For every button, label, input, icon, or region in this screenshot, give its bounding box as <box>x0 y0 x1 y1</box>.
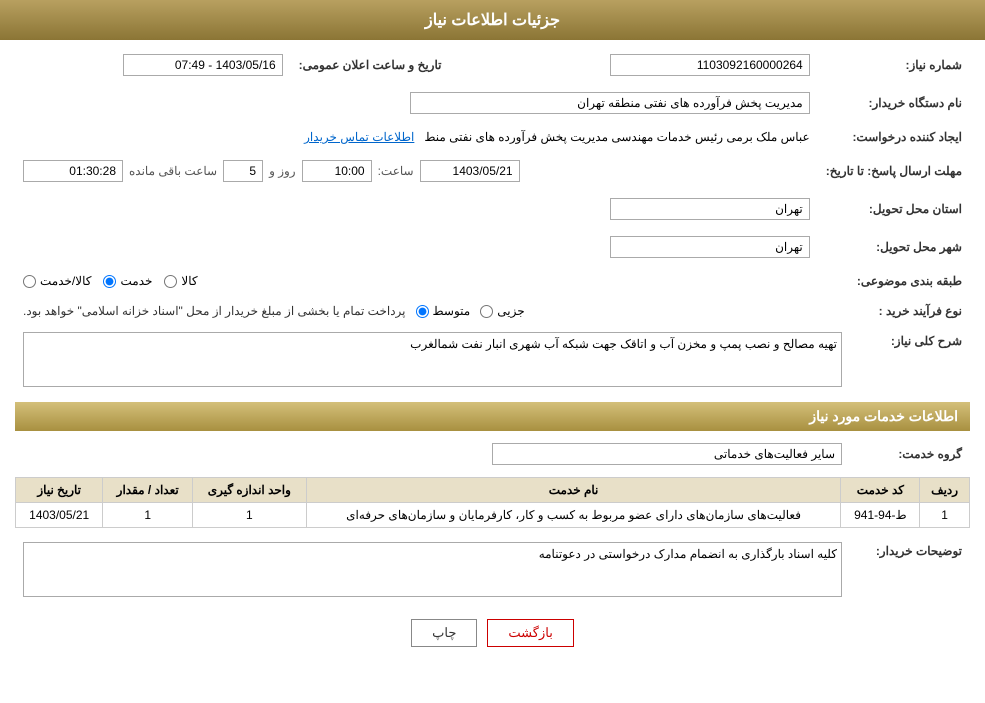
city-label: شهر محل تحویل: <box>818 232 970 262</box>
row-province: استان محل تحویل: <box>15 194 970 224</box>
print-button[interactable]: چاپ <box>411 619 477 647</box>
row-city: شهر محل تحویل: <box>15 232 970 262</box>
table-row: 1 ط-94-941 فعالیت‌های سازمان‌های دارای ع… <box>16 503 970 528</box>
deadline-label: مهلت ارسال پاسخ: تا تاریخ: <box>818 156 970 186</box>
cell-quantity: 1 <box>103 503 193 528</box>
service-group-table: گروه خدمت: <box>15 439 970 469</box>
need-description-table: شرح کلی نیاز: <box>15 328 970 394</box>
announcement-label: تاریخ و ساعت اعلان عمومی: <box>291 50 450 80</box>
category-kala-label: کالا <box>181 274 197 288</box>
need-number-input[interactable] <box>610 54 810 76</box>
cell-date: 1403/05/21 <box>16 503 103 528</box>
requester-link[interactable]: اطلاعات تماس خریدار <box>304 130 414 144</box>
requester-label: ایجاد کننده درخواست: <box>818 126 970 148</box>
service-group-label: گروه خدمت: <box>850 439 970 469</box>
purchase-type-label: نوع فرآیند خرید : <box>818 300 970 322</box>
category-khadamat-label: خدمت <box>120 274 152 288</box>
category-khadamat-radio[interactable] <box>103 275 116 288</box>
category-kala-khadamat-label: کالا/خدمت <box>40 274 91 288</box>
buyer-org-label: نام دستگاه خریدار: <box>818 88 970 118</box>
category-khadamat-option[interactable]: خدمت <box>103 274 152 288</box>
page-header: جزئیات اطلاعات نیاز <box>0 0 985 40</box>
row-service-group: گروه خدمت: <box>15 439 970 469</box>
col-service-name: نام خدمت <box>306 478 841 503</box>
category-kala-khadamat-radio[interactable] <box>23 275 36 288</box>
row-purchase-type: نوع فرآیند خرید : پرداخت تمام یا بخشی از… <box>15 300 970 322</box>
services-section-title: اطلاعات خدمات مورد نیاز <box>15 402 970 431</box>
purchase-type-value: پرداخت تمام یا بخشی از مبلغ خریدار از مح… <box>15 300 818 322</box>
category-kala-radio[interactable] <box>164 275 177 288</box>
back-button[interactable]: بازگشت <box>487 619 573 647</box>
page-title: جزئیات اطلاعات نیاز <box>425 12 560 29</box>
purchase-motavasset-label: متوسط <box>433 304 471 318</box>
services-table-header: ردیف کد خدمت نام خدمت واحد اندازه گیری ت… <box>16 478 970 503</box>
row-need-description: شرح کلی نیاز: <box>15 328 970 394</box>
province-value <box>15 194 818 224</box>
deadline-time-input[interactable] <box>302 160 372 182</box>
requester-text: عباس ملک برمی رئیس خدمات مهندسی مدیریت پ… <box>424 130 809 144</box>
purchase-jozvi-label: جزیی <box>497 304 524 318</box>
buyer-notes-label: توضیحات خریدار: <box>850 538 970 604</box>
deadline-value: ساعت باقی مانده روز و ساعت: <box>15 156 818 186</box>
content-area: شماره نیاز: تاریخ و ساعت اعلان عمومی: نا… <box>0 40 985 667</box>
deadline-date-input[interactable] <box>420 160 520 182</box>
province-input[interactable] <box>610 198 810 220</box>
buyer-notes-table: توضیحات خریدار: <box>15 538 970 604</box>
cell-service-code: ط-94-941 <box>841 503 920 528</box>
col-service-code: کد خدمت <box>841 478 920 503</box>
category-kala-khadamat-option[interactable]: کالا/خدمت <box>23 274 91 288</box>
row-deadline: مهلت ارسال پاسخ: تا تاریخ: ساعت باقی مان… <box>15 156 970 186</box>
province-label: استان محل تحویل: <box>818 194 970 224</box>
button-row: بازگشت چاپ <box>15 619 970 647</box>
purchase-motavasset-radio[interactable] <box>416 305 429 318</box>
col-quantity: تعداد / مقدار <box>103 478 193 503</box>
purchase-jozvi-radio[interactable] <box>480 305 493 318</box>
cell-row-num: 1 <box>920 503 970 528</box>
main-info-table: شماره نیاز: تاریخ و ساعت اعلان عمومی: نا… <box>15 50 970 322</box>
announcement-value <box>15 50 291 80</box>
row-buyer-org: نام دستگاه خریدار: <box>15 88 970 118</box>
buyer-notes-value <box>15 538 850 604</box>
service-group-input[interactable] <box>492 443 842 465</box>
category-kala-option[interactable]: کالا <box>164 274 197 288</box>
requester-value: عباس ملک برمی رئیس خدمات مهندسی مدیریت پ… <box>15 126 818 148</box>
city-input[interactable] <box>610 236 810 258</box>
need-description-value <box>15 328 850 394</box>
row-buyer-notes: توضیحات خریدار: <box>15 538 970 604</box>
announcement-input[interactable] <box>123 54 283 76</box>
need-number-value <box>479 50 817 80</box>
deadline-time-label: ساعت: <box>378 164 414 178</box>
row-need-number: شماره نیاز: تاریخ و ساعت اعلان عمومی: <box>15 50 970 80</box>
col-row-num: ردیف <box>920 478 970 503</box>
purchase-jozvi-option[interactable]: جزیی <box>480 304 524 318</box>
need-description-textarea[interactable] <box>23 332 842 387</box>
deadline-remaining-input[interactable] <box>23 160 123 182</box>
cell-service-name: فعالیت‌های سازمان‌های دارای عضو مربوط به… <box>306 503 841 528</box>
cell-unit: 1 <box>193 503 307 528</box>
buyer-notes-textarea[interactable] <box>23 542 842 597</box>
row-category: طبقه بندی موضوعی: کالا/خدمت خدمت کالا <box>15 270 970 292</box>
service-group-value <box>15 439 850 469</box>
category-value: کالا/خدمت خدمت کالا <box>15 270 818 292</box>
deadline-days-input[interactable] <box>223 160 263 182</box>
row-requester: ایجاد کننده درخواست: عباس ملک برمی رئیس … <box>15 126 970 148</box>
category-label: طبقه بندی موضوعی: <box>818 270 970 292</box>
services-table: ردیف کد خدمت نام خدمت واحد اندازه گیری ت… <box>15 477 970 528</box>
purchase-motavasset-option[interactable]: متوسط <box>416 304 471 318</box>
deadline-remaining-label: ساعت باقی مانده <box>129 164 217 178</box>
buyer-org-input[interactable] <box>410 92 810 114</box>
page-container: جزئیات اطلاعات نیاز شماره نیاز: تاریخ و … <box>0 0 985 703</box>
deadline-days-label: روز و <box>269 164 296 178</box>
need-description-label: شرح کلی نیاز: <box>850 328 970 394</box>
buyer-org-value <box>15 88 818 118</box>
col-date: تاریخ نیاز <box>16 478 103 503</box>
purchase-text: پرداخت تمام یا بخشی از مبلغ خریدار از مح… <box>23 304 406 318</box>
city-value <box>15 232 818 262</box>
col-unit: واحد اندازه گیری <box>193 478 307 503</box>
need-number-label: شماره نیاز: <box>818 50 970 80</box>
